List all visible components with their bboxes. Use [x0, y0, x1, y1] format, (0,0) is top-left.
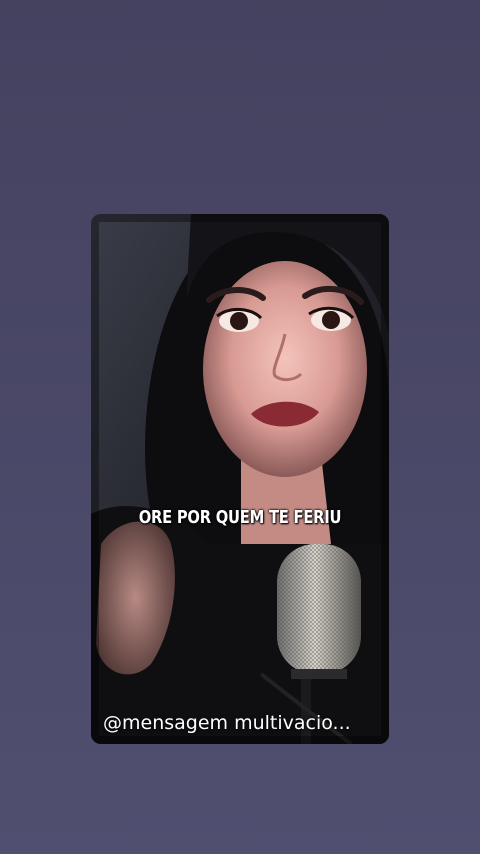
channel-handle-ellipsis: ... — [332, 712, 351, 734]
video-thumbnail — [91, 214, 389, 744]
video-caption: ORE POR QUEM TE FERIU — [138, 507, 342, 528]
microphone-icon — [277, 544, 361, 679]
video-frame[interactable] — [91, 214, 389, 744]
channel-handle[interactable]: @mensagem multivacio... — [103, 712, 379, 734]
video-card[interactable]: ORE POR QUEM TE FERIU @mensagem multivac… — [91, 214, 389, 744]
channel-handle-text: @mensagem multivacio — [103, 712, 333, 734]
